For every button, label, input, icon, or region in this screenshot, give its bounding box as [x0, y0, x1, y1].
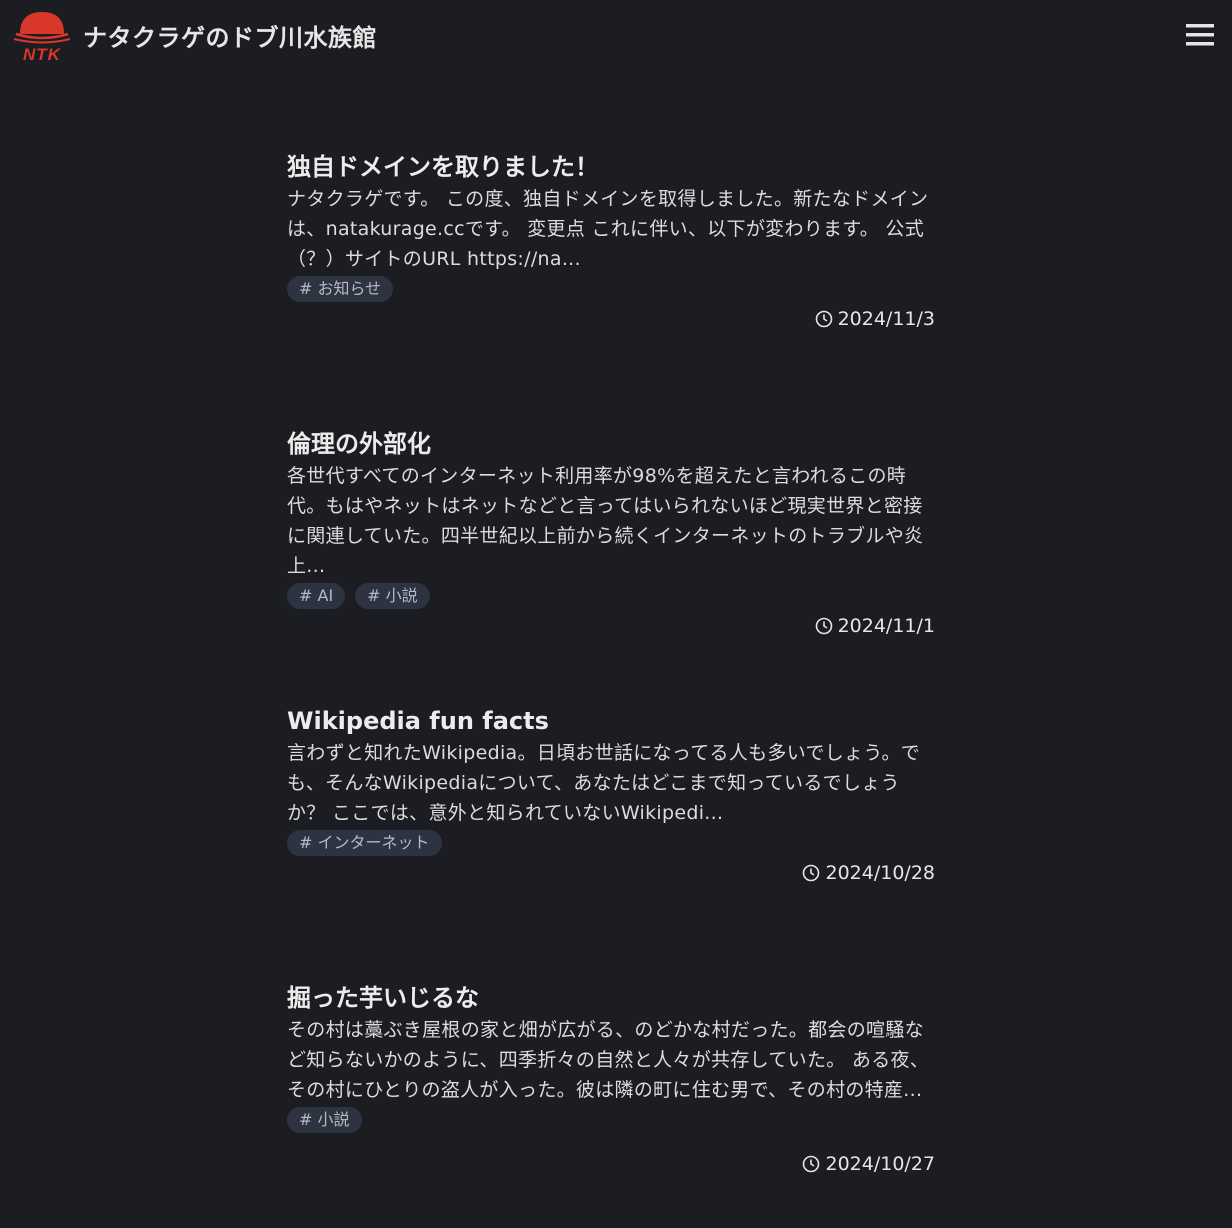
- logo-text: NTK: [23, 45, 62, 64]
- tag-chip[interactable]: # インターネット: [287, 830, 442, 856]
- post-excerpt: ナタクラゲです。 この度、独自ドメインを取得しました。新たなドメインは、nata…: [287, 188, 929, 270]
- jellyfish-logo[interactable]: NTK: [12, 8, 72, 64]
- post-date: 2024/11/1: [815, 615, 935, 637]
- post-item: Wikipedia fun facts 言わずと知れたWikipedia。日頃お…: [287, 704, 937, 951]
- clock-icon: [803, 1155, 820, 1173]
- post-item: 倫理の外部化 各世代すべてのインターネット利用率が98%を超えたと言われるこの時…: [287, 427, 937, 674]
- post-date: 2024/11/3: [815, 308, 935, 330]
- post-date-text: 2024/10/27: [825, 1153, 935, 1175]
- post-title[interactable]: Wikipedia fun facts: [287, 704, 937, 738]
- clock-icon: [815, 310, 832, 328]
- tag-list: # AI # 小説: [287, 583, 937, 609]
- post-item: 独自ドメインを取りました！ ナタクラゲです。 この度、独自ドメインを取得しました…: [287, 150, 937, 397]
- tag-list: # お知らせ: [287, 276, 937, 302]
- post-date-text: 2024/11/1: [837, 615, 935, 637]
- site-title[interactable]: ナタクラゲのドブ川水族館: [83, 18, 377, 53]
- post-title[interactable]: 掘った芋いじるな: [287, 981, 937, 1015]
- post-date: 2024/10/28: [802, 862, 935, 884]
- tag-chip[interactable]: # 小説: [355, 583, 430, 609]
- clock-icon: [815, 617, 832, 635]
- post-title[interactable]: 倫理の外部化: [287, 427, 937, 461]
- post-item: 掘った芋いじるな その村は藁ぶき屋根の家と畑が広がる、のどかな村だった。都会の喧…: [287, 981, 937, 1228]
- tag-list: # 小説: [287, 1107, 937, 1133]
- post-title[interactable]: 独自ドメインを取りました！: [287, 150, 937, 184]
- site-header: NTK ナタクラゲのドブ川水族館: [0, 0, 1232, 72]
- post-date: 2024/10/27: [802, 1153, 935, 1175]
- hamburger-menu-icon[interactable]: [1180, 20, 1220, 52]
- tag-chip[interactable]: # お知らせ: [287, 276, 394, 302]
- tag-list: # インターネット: [287, 830, 937, 856]
- post-date-text: 2024/10/28: [825, 862, 935, 884]
- tag-chip[interactable]: # AI: [287, 583, 346, 609]
- post-excerpt: 各世代すべてのインターネット利用率が98%を超えたと言われるこの時代。もはやネッ…: [287, 465, 924, 577]
- clock-icon: [803, 864, 820, 882]
- post-excerpt: その村は藁ぶき屋根の家と畑が広がる、のどかな村だった。都会の喧騒など知らないかの…: [287, 1019, 930, 1101]
- post-list: 独自ドメインを取りました！ ナタクラゲです。 この度、独自ドメインを取得しました…: [287, 150, 937, 1228]
- tag-chip[interactable]: # 小説: [287, 1107, 362, 1133]
- post-excerpt: 言わずと知れたWikipedia。日頃お世話になってる人も多いでしょう。でも、そ…: [287, 742, 921, 824]
- post-date-text: 2024/11/3: [837, 308, 935, 330]
